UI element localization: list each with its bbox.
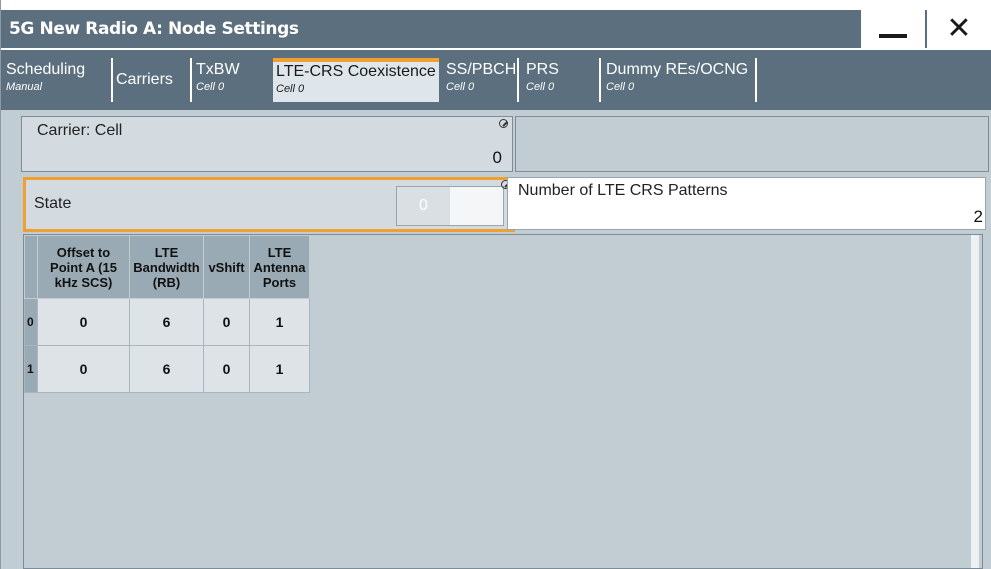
column-header-antenna-ports: LTE Antenna Ports bbox=[249, 235, 310, 299]
minimize-button[interactable] bbox=[861, 10, 925, 48]
cell-antenna-ports[interactable]: 1 bbox=[249, 298, 310, 346]
tab-sublabel: Cell 0 bbox=[526, 81, 555, 93]
column-header-offset: Offset to Point A (15 kHz SCS) bbox=[37, 235, 130, 299]
state-toggle-on[interactable]: 0 bbox=[397, 187, 450, 225]
carrier-cell-value: 0 bbox=[492, 148, 502, 167]
num-lte-crs-patterns-label: Number of LTE CRS Patterns bbox=[518, 182, 728, 199]
minimize-icon bbox=[879, 34, 907, 38]
state-toggle-off[interactable] bbox=[450, 187, 503, 225]
tab-label: Scheduling bbox=[6, 61, 86, 78]
state-field[interactable]: State 0 bbox=[23, 177, 515, 232]
carrier-cell-field[interactable]: Carrier: Cell 0 bbox=[21, 116, 513, 172]
tab-divider bbox=[190, 58, 192, 102]
tab-divider bbox=[599, 58, 601, 102]
cell-offset[interactable]: 0 bbox=[37, 298, 130, 346]
row-index: 0 bbox=[24, 298, 38, 346]
num-lte-crs-patterns-field[interactable]: Number of LTE CRS Patterns 2 bbox=[507, 177, 986, 230]
title-bar: 5G New Radio A: Node Settings ✕ bbox=[1, 0, 991, 48]
table-row: 0 0 6 0 1 bbox=[24, 298, 310, 346]
tab-sublabel: Manual bbox=[6, 81, 43, 93]
cell-vshift[interactable]: 0 bbox=[203, 298, 250, 346]
carrier-cell-label: Carrier: Cell bbox=[37, 122, 123, 139]
column-header-lte-bandwidth: LTE Bandwidth (RB) bbox=[129, 235, 204, 299]
lte-crs-table: Offset to Point A (15 kHz SCS) LTE Bandw… bbox=[24, 235, 310, 393]
tab-label: PRS bbox=[526, 61, 559, 78]
tab-label: TxBW bbox=[196, 61, 240, 78]
read-only-icon bbox=[499, 119, 508, 128]
tab-sublabel: Cell 0 bbox=[606, 81, 635, 93]
tab-lte-crs-coexistence[interactable]: LTE-CRS Coexistence Cell 0 bbox=[273, 58, 439, 102]
close-icon: ✕ bbox=[946, 12, 972, 45]
table-row: 1 0 6 0 1 bbox=[24, 345, 310, 393]
tab-divider bbox=[517, 58, 519, 102]
node-settings-window: 5G New Radio A: Node Settings ✕ Scheduli… bbox=[0, 0, 991, 569]
tab-bar: Scheduling Manual Carriers TxBW Cell 0 L… bbox=[1, 48, 991, 110]
tab-divider bbox=[755, 58, 757, 102]
cell-antenna-ports[interactable]: 1 bbox=[249, 345, 310, 393]
lte-crs-panel: Carrier: Cell 0 State 0 Number of LTE CR… bbox=[13, 114, 989, 569]
tab-label: LTE-CRS Coexistence bbox=[276, 63, 436, 80]
tab-scheduling[interactable]: Scheduling Manual bbox=[3, 58, 109, 102]
tab-sublabel: Cell 0 bbox=[446, 81, 475, 93]
num-lte-crs-patterns-value: 2 bbox=[973, 207, 983, 226]
tab-prs[interactable]: PRS Cell 0 bbox=[523, 58, 595, 102]
tab-label: Carriers bbox=[116, 71, 173, 88]
table-header-row: Offset to Point A (15 kHz SCS) LTE Bandw… bbox=[24, 235, 310, 299]
cell-offset[interactable]: 0 bbox=[37, 345, 130, 393]
tab-dummy-res-ocng[interactable]: Dummy REs/OCNG Cell 0 bbox=[603, 58, 753, 102]
tab-ss-pbch[interactable]: SS/PBCH Cell 0 bbox=[443, 58, 517, 102]
close-button[interactable]: ✕ bbox=[927, 10, 991, 48]
carrier-row-filler bbox=[515, 116, 989, 172]
index-header bbox=[24, 235, 38, 299]
lte-crs-table-area: Offset to Point A (15 kHz SCS) LTE Bandw… bbox=[23, 234, 983, 569]
state-toggle[interactable]: 0 bbox=[396, 186, 504, 226]
tab-label: Dummy REs/OCNG bbox=[606, 61, 749, 78]
tab-label: SS/PBCH bbox=[446, 61, 517, 78]
window-title: 5G New Radio A: Node Settings bbox=[9, 19, 299, 39]
row-index: 1 bbox=[24, 345, 38, 393]
tab-sublabel: Cell 0 bbox=[276, 83, 305, 95]
tab-txbw[interactable]: TxBW Cell 0 bbox=[193, 58, 265, 102]
tab-sublabel: Cell 0 bbox=[196, 81, 225, 93]
cell-vshift[interactable]: 0 bbox=[203, 345, 250, 393]
cell-lte-bandwidth[interactable]: 6 bbox=[129, 345, 204, 393]
tab-carriers[interactable]: Carriers bbox=[113, 58, 189, 102]
state-label: State bbox=[34, 195, 72, 212]
column-header-vshift: vShift bbox=[203, 235, 250, 299]
cell-lte-bandwidth[interactable]: 6 bbox=[129, 298, 204, 346]
table-scrollbar[interactable] bbox=[971, 235, 979, 568]
